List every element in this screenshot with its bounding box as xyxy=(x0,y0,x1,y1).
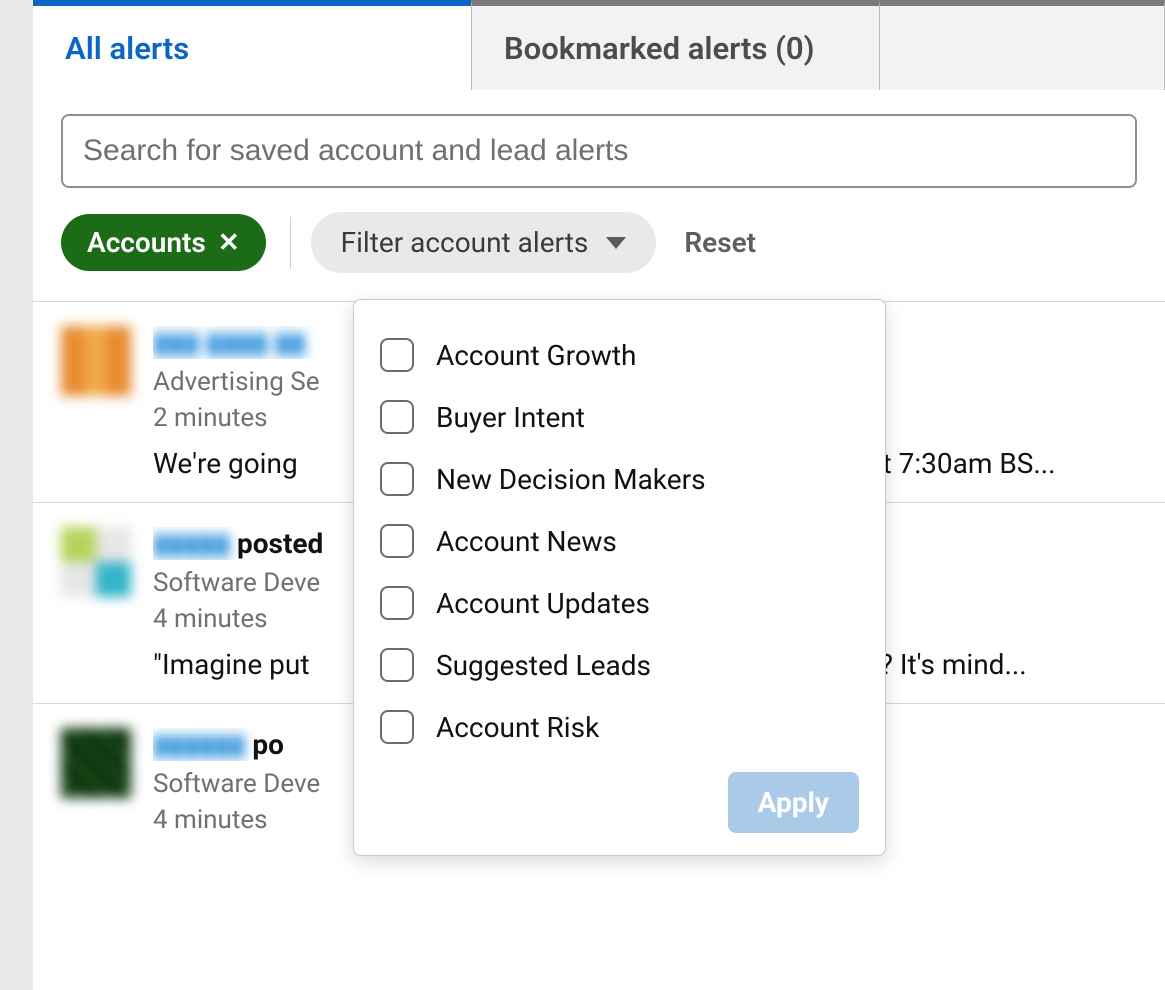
filter-option-label: Account Updates xyxy=(436,587,650,620)
tabs-bar: All alerts Bookmarked alerts (0) xyxy=(33,0,1165,90)
tab-all-alerts[interactable]: All alerts xyxy=(33,0,471,90)
filter-dropdown-popover: Account Growth Buyer Intent New Decision… xyxy=(353,299,886,856)
filter-option-label: Suggested Leads xyxy=(436,649,651,682)
vertical-divider xyxy=(290,217,291,269)
filter-option[interactable]: Suggested Leads xyxy=(380,634,859,696)
tab-remainder xyxy=(880,0,1165,90)
checkbox[interactable] xyxy=(380,524,414,558)
checkbox[interactable] xyxy=(380,338,414,372)
avatar xyxy=(61,728,131,798)
accounts-chip-label: Accounts xyxy=(87,226,206,259)
tab-bookmarked-alerts[interactable]: Bookmarked alerts (0) xyxy=(471,0,880,90)
filter-dropdown-button[interactable]: Filter account alerts xyxy=(311,212,657,273)
filter-row: Accounts ✕ Filter account alerts Reset xyxy=(33,206,1165,301)
accounts-chip[interactable]: Accounts ✕ xyxy=(61,214,266,271)
filter-option-label: Account Risk xyxy=(436,711,599,744)
filter-option[interactable]: Account News xyxy=(380,510,859,572)
close-icon[interactable]: ✕ xyxy=(218,230,240,256)
alert-link[interactable]: ▮▮▮ ▮▮▮▮ ▮▮ xyxy=(153,326,306,359)
filter-option-label: Buyer Intent xyxy=(436,401,585,434)
filter-option-label: New Decision Makers xyxy=(436,463,706,496)
apply-button[interactable]: Apply xyxy=(728,772,859,833)
reset-button[interactable]: Reset xyxy=(684,226,756,259)
alert-link[interactable]: ▮▮▮▮▮ xyxy=(153,527,230,560)
checkbox[interactable] xyxy=(380,586,414,620)
filter-option[interactable]: Account Growth xyxy=(380,324,859,386)
search-input[interactable] xyxy=(61,114,1137,188)
alert-link[interactable]: ▮▮▮▮▮▮ xyxy=(153,728,245,761)
filter-option[interactable]: Account Updates xyxy=(380,572,859,634)
filter-option[interactable]: Buyer Intent xyxy=(380,386,859,448)
checkbox[interactable] xyxy=(380,648,414,682)
filter-option-label: Account Growth xyxy=(436,339,636,372)
filter-option[interactable]: Account Risk xyxy=(380,696,859,758)
filter-option-label: Account News xyxy=(436,525,617,558)
filter-option[interactable]: New Decision Makers xyxy=(380,448,859,510)
checkbox[interactable] xyxy=(380,400,414,434)
avatar xyxy=(61,326,131,396)
checkbox[interactable] xyxy=(380,462,414,496)
avatar xyxy=(61,527,131,597)
checkbox[interactable] xyxy=(380,710,414,744)
chevron-down-icon xyxy=(606,237,626,249)
filter-dropdown-label: Filter account alerts xyxy=(341,226,589,259)
